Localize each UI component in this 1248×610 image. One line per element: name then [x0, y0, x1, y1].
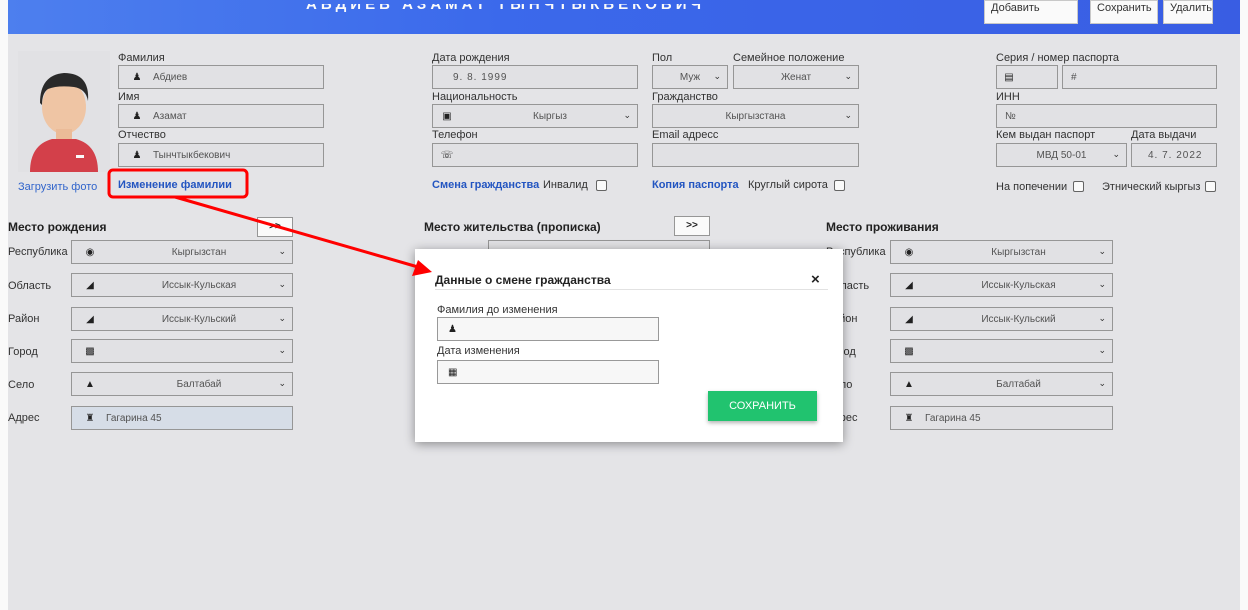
- highlight-box: [107, 168, 249, 199]
- arrow-line: [174, 195, 419, 269]
- arrow-head: [412, 260, 432, 276]
- app-root: АБДИЕВ АЗАМАТ ТЫНЧТЫКБЕКОВИЧ Добавить но…: [0, 0, 1248, 610]
- annotation-arrow: [107, 168, 432, 276]
